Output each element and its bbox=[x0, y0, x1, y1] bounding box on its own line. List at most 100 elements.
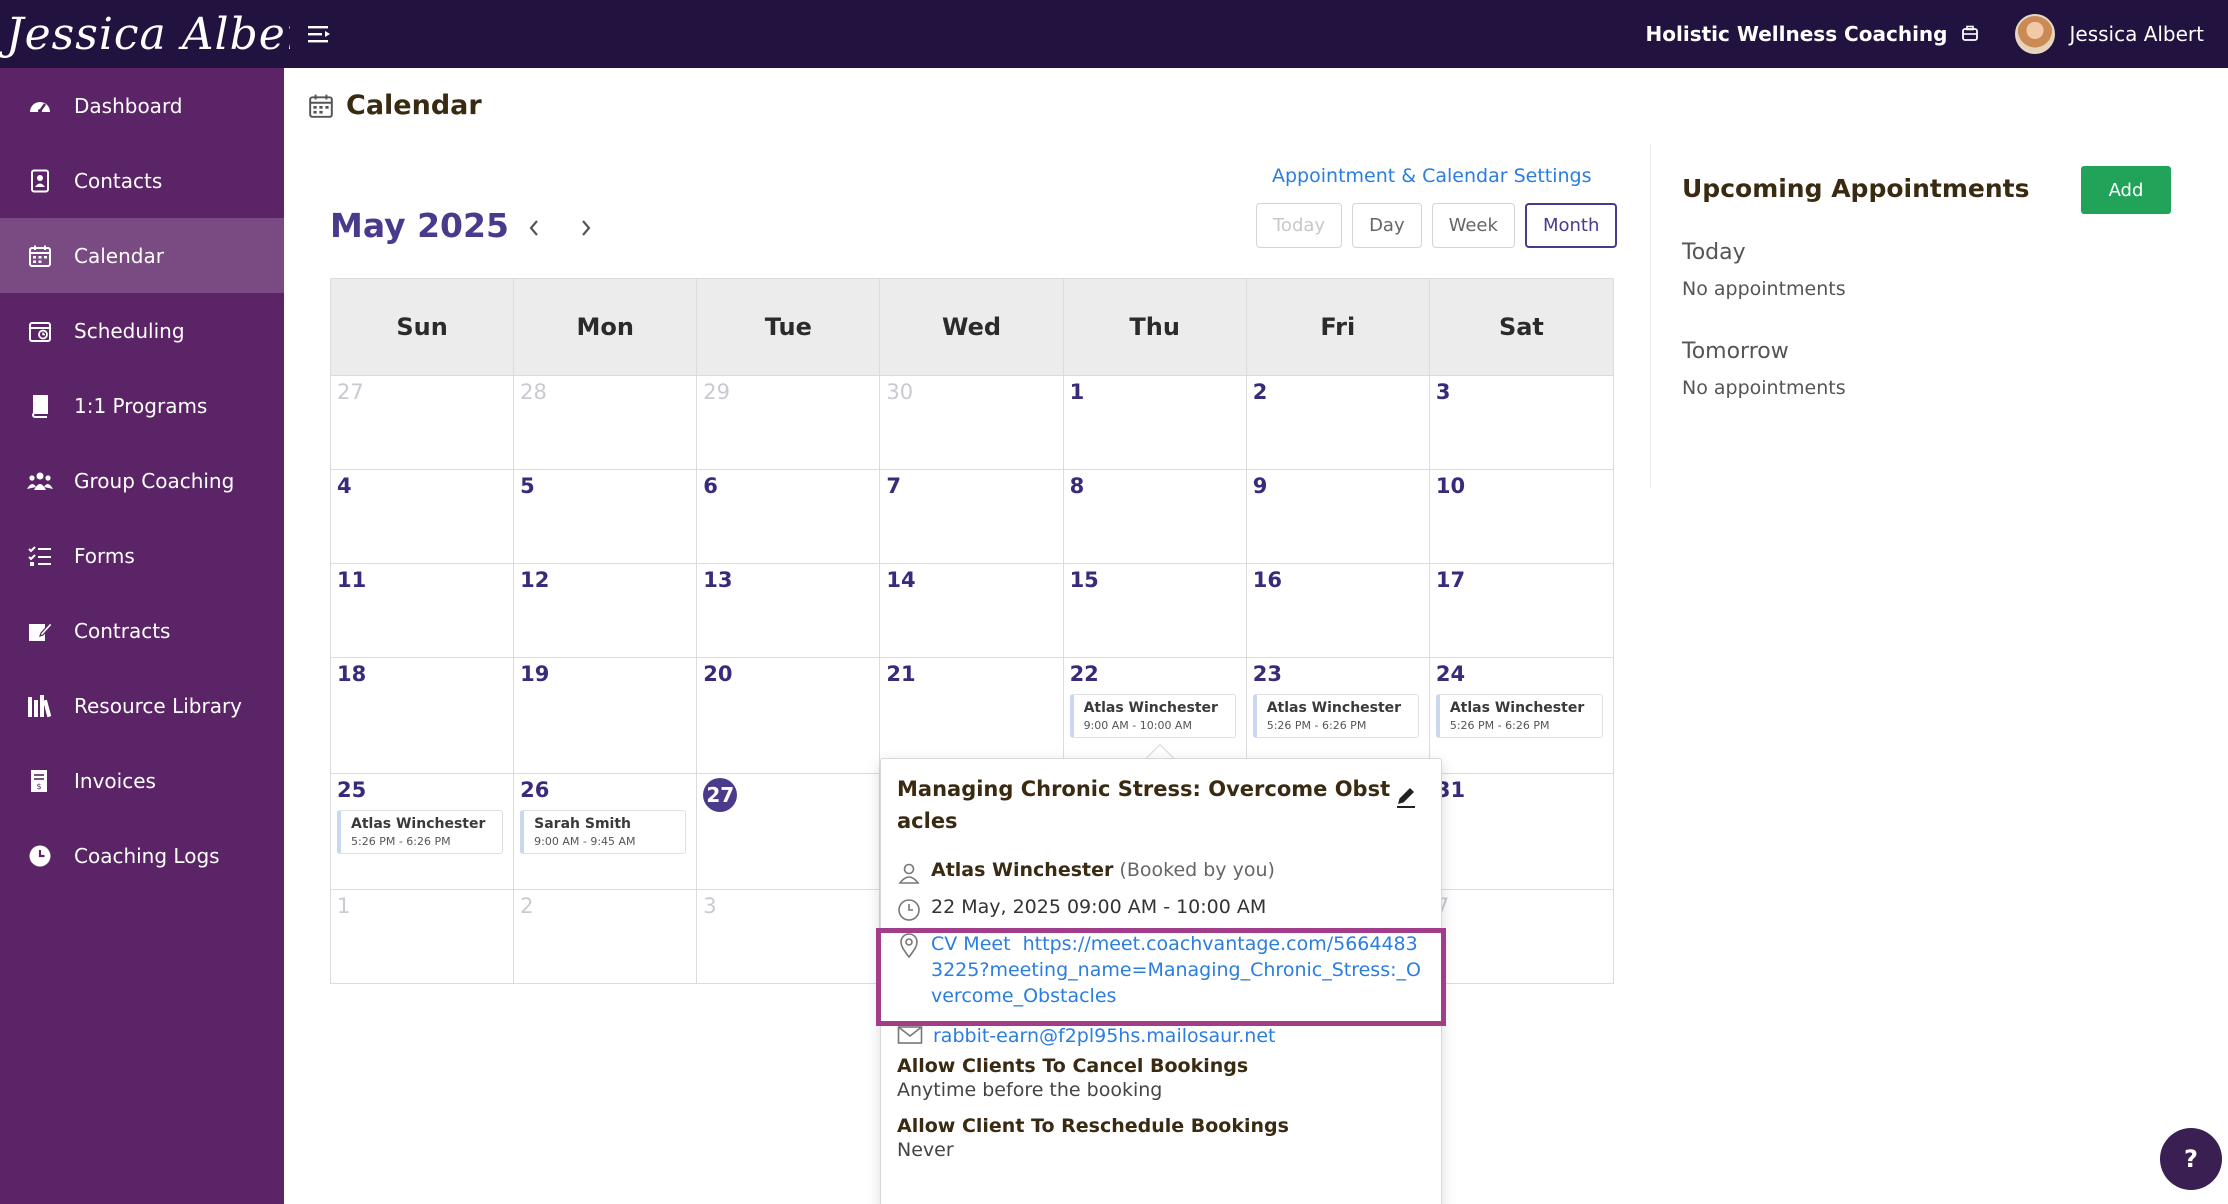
sidebar-item-coaching-logs[interactable]: Coaching Logs bbox=[0, 818, 284, 893]
week-row: 4 5 6 7 8 9 10 bbox=[331, 469, 1613, 563]
day-cell[interactable]: 7 bbox=[880, 470, 1064, 563]
next-month-button[interactable] bbox=[568, 210, 604, 246]
date-number: 10 bbox=[1435, 474, 1466, 498]
day-cell[interactable]: 18 bbox=[331, 658, 515, 773]
day-cell[interactable]: 29 bbox=[697, 376, 881, 469]
view-today-button[interactable]: Today bbox=[1256, 203, 1343, 248]
view-day-button[interactable]: Day bbox=[1352, 203, 1422, 248]
date-number: 8 bbox=[1069, 474, 1085, 498]
sidebar: Dashboard Contacts Calendar Scheduling 1… bbox=[0, 68, 284, 1204]
upcoming-appointments-title: Upcoming Appointments bbox=[1682, 174, 2030, 203]
group-icon bbox=[26, 467, 54, 495]
calendar-event[interactable]: Atlas Winchester 5:26 PM - 6:26 PM bbox=[337, 810, 504, 854]
calendar-event[interactable]: Atlas Winchester 9:00 AM - 10:00 AM bbox=[1069, 694, 1236, 738]
day-cell[interactable]: 12 bbox=[514, 564, 698, 657]
brand-logo[interactable]: Jessica Albert bbox=[0, 9, 290, 60]
sidebar-item-forms[interactable]: Forms bbox=[0, 518, 284, 593]
day-cell[interactable]: 31 bbox=[1430, 774, 1613, 889]
date-number: 1 bbox=[337, 894, 351, 918]
day-cell[interactable]: 13 bbox=[697, 564, 881, 657]
client-row: Atlas Winchester (Booked by you) bbox=[897, 859, 1275, 885]
cancel-policy-label: Allow Clients To Cancel Bookings bbox=[897, 1055, 1249, 1077]
user-name[interactable]: Jessica Albert bbox=[2069, 22, 2204, 46]
day-cell[interactable]: 1 bbox=[331, 890, 515, 983]
day-cell[interactable]: 5 bbox=[514, 470, 698, 563]
sidebar-item-resource-library[interactable]: Resource Library bbox=[0, 668, 284, 743]
day-cell[interactable]: 7 bbox=[1430, 890, 1613, 983]
day-cell[interactable]: 6 bbox=[697, 470, 881, 563]
day-cell[interactable]: 11 bbox=[331, 564, 515, 657]
sidebar-item-invoices[interactable]: $ Invoices bbox=[0, 743, 284, 818]
day-cell[interactable]: 15 bbox=[1064, 564, 1247, 657]
day-cell[interactable]: 24 Atlas Winchester 5:26 PM - 6:26 PM bbox=[1430, 658, 1613, 773]
add-appointment-button[interactable]: Add bbox=[2081, 166, 2171, 214]
date-number: 28 bbox=[520, 380, 547, 404]
day-cell[interactable]: 9 bbox=[1247, 470, 1430, 563]
day-cell[interactable]: 25 Atlas Winchester 5:26 PM - 6:26 PM bbox=[331, 774, 515, 889]
day-cell[interactable]: 1 bbox=[1064, 376, 1247, 469]
day-cell[interactable]: 3 bbox=[1430, 376, 1613, 469]
email-row: rabbit-earn@f2pl95hs.mailosaur.net bbox=[897, 1023, 1276, 1049]
sidebar-item-label: Contacts bbox=[74, 168, 163, 193]
day-cell[interactable]: 10 bbox=[1430, 470, 1613, 563]
help-button[interactable]: ? bbox=[2160, 1128, 2222, 1190]
day-cell[interactable]: 14 bbox=[880, 564, 1064, 657]
day-cell[interactable]: 30 bbox=[880, 376, 1064, 469]
user-avatar[interactable] bbox=[2015, 14, 2056, 54]
sidebar-item-programs[interactable]: 1:1 Programs bbox=[0, 368, 284, 443]
day-cell[interactable]: 26 Sarah Smith 9:00 AM - 9:45 AM bbox=[514, 774, 698, 889]
date-number: 21 bbox=[886, 662, 916, 686]
sidebar-item-calendar[interactable]: Calendar bbox=[0, 218, 284, 293]
sidebar-item-group-coaching[interactable]: Group Coaching bbox=[0, 443, 284, 518]
calendar-event[interactable]: Sarah Smith 9:00 AM - 9:45 AM bbox=[520, 810, 687, 854]
calendar-event[interactable]: Atlas Winchester 5:26 PM - 6:26 PM bbox=[1252, 694, 1419, 738]
date-number: 4 bbox=[337, 474, 352, 498]
event-time: 9:00 AM - 9:45 AM bbox=[534, 835, 636, 848]
view-month-button[interactable]: Month bbox=[1524, 203, 1618, 248]
day-cell[interactable]: 2 bbox=[514, 890, 698, 983]
day-cell[interactable]: 21 bbox=[880, 658, 1064, 773]
event-time: 9:00 AM - 10:00 AM bbox=[1083, 719, 1192, 732]
sidebar-item-contracts[interactable]: Contracts bbox=[0, 593, 284, 668]
previous-month-button[interactable] bbox=[516, 210, 552, 246]
day-cell[interactable]: 3 bbox=[697, 890, 881, 983]
date-number: 26 bbox=[520, 778, 550, 802]
view-week-button[interactable]: Week bbox=[1431, 203, 1515, 248]
menu-toggle-button[interactable] bbox=[300, 14, 340, 54]
switch-org-icon[interactable] bbox=[1961, 25, 1979, 43]
pencil-icon bbox=[1397, 788, 1415, 808]
day-cell[interactable]: 2 bbox=[1247, 376, 1430, 469]
weekday-label: Sat bbox=[1498, 313, 1544, 341]
day-cell[interactable]: 23 Atlas Winchester 5:26 PM - 6:26 PM bbox=[1247, 658, 1430, 773]
week-row: 18 19 20 21 22 Atlas Winchester 9:00 AM - 10:0… bbox=[331, 657, 1613, 773]
weekday-header: Sun Mon Tue Wed Thu Fri Sat bbox=[331, 279, 1613, 375]
clock-icon bbox=[26, 842, 54, 870]
view-switcher: Today Day Week Month bbox=[1256, 203, 1618, 248]
day-cell[interactable]: 17 bbox=[1430, 564, 1613, 657]
client-email-link[interactable]: rabbit-earn@f2pl95hs.mailosaur.net bbox=[933, 1023, 1276, 1049]
day-cell[interactable]: 27 bbox=[697, 774, 881, 889]
sidebar-item-dashboard[interactable]: Dashboard bbox=[0, 68, 284, 143]
event-client-name: Atlas Winchester bbox=[1083, 700, 1218, 716]
date-number: 12 bbox=[520, 568, 550, 592]
day-cell[interactable]: 8 bbox=[1064, 470, 1247, 563]
sidebar-item-scheduling[interactable]: Scheduling bbox=[0, 293, 284, 368]
edit-appointment-button[interactable] bbox=[1393, 783, 1423, 813]
event-client-name: Atlas Winchester bbox=[1449, 700, 1585, 716]
day-cell[interactable]: 20 bbox=[697, 658, 881, 773]
client-name[interactable]: Atlas Winchester bbox=[931, 859, 1113, 881]
sidebar-item-contacts[interactable]: Contacts bbox=[0, 143, 284, 218]
weekday-label: Fri bbox=[1247, 279, 1430, 375]
day-cell[interactable]: 4 bbox=[331, 470, 515, 563]
day-cell[interactable]: 16 bbox=[1247, 564, 1430, 657]
calendar-settings-link[interactable]: Appointment & Calendar Settings bbox=[1272, 165, 1592, 187]
sidebar-item-label: Contracts bbox=[74, 618, 171, 643]
day-cell[interactable]: 27 bbox=[331, 376, 515, 469]
event-client-name: Atlas Winchester bbox=[351, 816, 486, 832]
day-cell[interactable]: 28 bbox=[514, 376, 698, 469]
date-number: 2 bbox=[1252, 380, 1268, 404]
day-cell[interactable]: 19 bbox=[514, 658, 698, 773]
sidebar-item-label: Group Coaching bbox=[74, 468, 235, 493]
calendar-event[interactable]: Atlas Winchester 5:26 PM - 6:26 PM bbox=[1435, 694, 1603, 738]
today-appointments-value: No appointments bbox=[1682, 278, 1846, 300]
